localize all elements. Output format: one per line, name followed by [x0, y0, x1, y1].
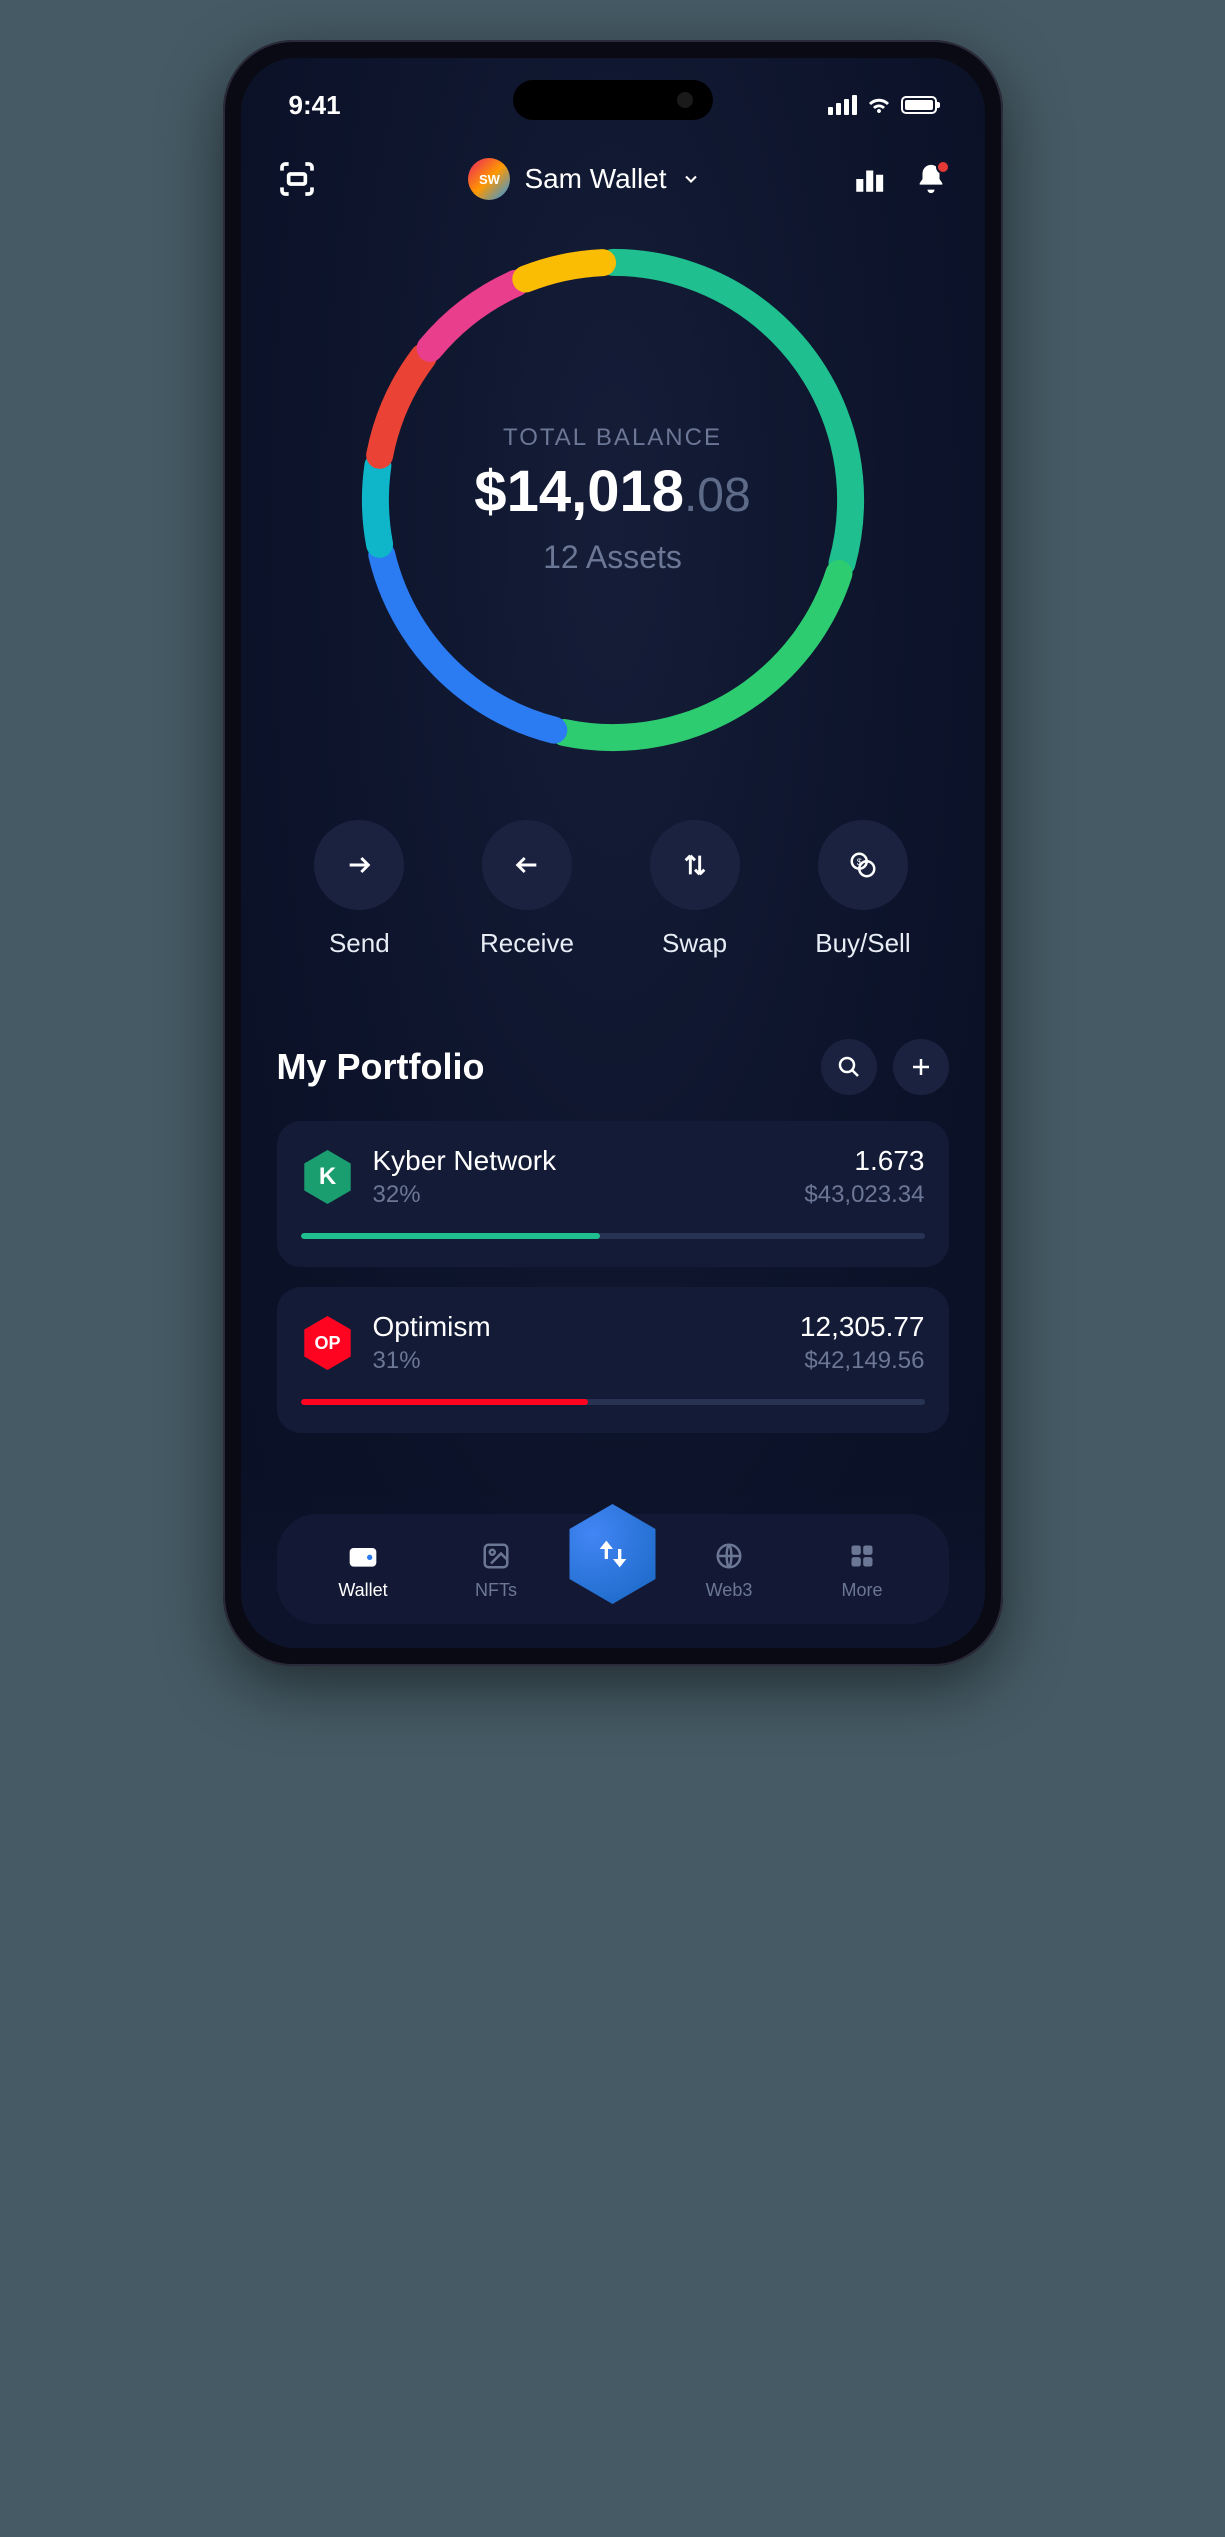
app-header: SW Sam Wallet	[241, 128, 985, 210]
asset-progress	[301, 1233, 925, 1239]
coins-icon: $	[848, 850, 878, 880]
balance-label: TOTAL BALANCE	[503, 424, 722, 452]
status-time: 9:41	[289, 90, 341, 121]
asset-usd: $42,149.56	[800, 1347, 925, 1375]
plus-icon	[909, 1055, 933, 1079]
buysell-button[interactable]: $ Buy/Sell	[815, 820, 910, 959]
nav-web3[interactable]: Web3	[663, 1538, 796, 1601]
arrow-right-icon	[345, 851, 373, 879]
receive-label: Receive	[480, 928, 574, 959]
globe-icon	[714, 1541, 744, 1571]
chevron-down-icon	[681, 169, 701, 189]
signal-icon	[828, 95, 857, 115]
asset-card[interactable]: OP Optimism 31% 12,305.77 $42,149.56	[277, 1287, 949, 1433]
wallet-selector[interactable]: SW Sam Wallet	[468, 158, 700, 200]
buysell-label: Buy/Sell	[815, 928, 910, 959]
asset-icon: OP	[301, 1316, 355, 1370]
app-screen: 9:41 SW Sam Wallet	[241, 58, 985, 1648]
search-button[interactable]	[821, 1039, 877, 1095]
asset-card[interactable]: K Kyber Network 32% 1.673 $43,023.34	[277, 1121, 949, 1267]
nav-more-label: More	[841, 1580, 882, 1601]
nav-wallet[interactable]: Wallet	[297, 1538, 430, 1601]
send-label: Send	[329, 928, 390, 959]
notifications-button[interactable]	[914, 162, 948, 196]
battery-icon	[901, 96, 937, 114]
scan-icon[interactable]	[277, 159, 317, 199]
search-icon	[837, 1055, 861, 1079]
portfolio-section: My Portfolio K Kyber Network 32%	[241, 1009, 985, 1433]
chart-icon[interactable]	[852, 162, 886, 196]
portfolio-title: My Portfolio	[277, 1046, 485, 1088]
asset-amount: 1.673	[804, 1145, 924, 1177]
asset-name: Kyber Network	[373, 1145, 787, 1177]
asset-icon: K	[301, 1150, 355, 1204]
nav-center-button[interactable]	[563, 1504, 663, 1604]
phone-frame: 9:41 SW Sam Wallet	[223, 40, 1003, 1666]
asset-percent: 32%	[373, 1181, 787, 1209]
nav-wallet-label: Wallet	[338, 1580, 387, 1601]
exchange-icon	[593, 1534, 633, 1574]
receive-button[interactable]: Receive	[480, 820, 574, 959]
send-button[interactable]: Send	[314, 820, 404, 959]
image-icon	[481, 1541, 511, 1571]
bottom-nav: Wallet NFTs Web3 More	[277, 1514, 949, 1624]
add-button[interactable]	[893, 1039, 949, 1095]
action-row: Send Receive Swap $ Buy/Sell	[241, 780, 985, 1009]
wallet-icon	[347, 1540, 379, 1572]
wifi-icon	[867, 95, 891, 115]
status-indicators	[828, 95, 937, 115]
balance-section: TOTAL BALANCE $14,018.08 12 Assets	[241, 210, 985, 780]
asset-percent: 31%	[373, 1347, 782, 1375]
swap-label: Swap	[662, 928, 727, 959]
arrow-left-icon	[513, 851, 541, 879]
asset-progress	[301, 1399, 925, 1405]
asset-amount: 12,305.77	[800, 1311, 925, 1343]
nav-web3-label: Web3	[706, 1580, 753, 1601]
asset-count: 12 Assets	[543, 539, 682, 576]
svg-text:$: $	[857, 857, 862, 867]
asset-name: Optimism	[373, 1311, 782, 1343]
wallet-name: Sam Wallet	[524, 163, 666, 195]
nav-more[interactable]: More	[796, 1538, 929, 1601]
wallet-avatar: SW	[468, 158, 510, 200]
asset-usd: $43,023.34	[804, 1181, 924, 1209]
swap-button[interactable]: Swap	[650, 820, 740, 959]
device-notch	[513, 80, 713, 120]
nav-nfts[interactable]: NFTs	[430, 1538, 563, 1601]
swap-icon	[681, 851, 709, 879]
balance-cents: .08	[684, 469, 751, 522]
nav-nfts-label: NFTs	[475, 1580, 517, 1601]
grid-icon	[848, 1542, 876, 1570]
balance-amount: $14,018	[474, 459, 684, 524]
